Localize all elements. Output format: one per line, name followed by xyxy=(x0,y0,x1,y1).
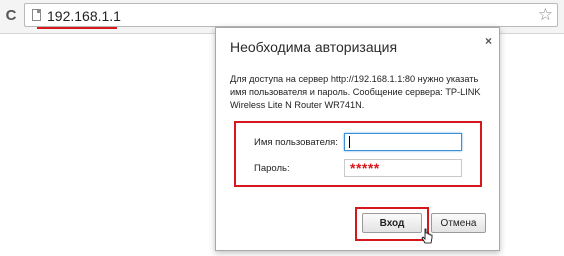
username-input[interactable] xyxy=(344,133,462,151)
password-label: Пароль: xyxy=(254,163,290,174)
address-bar[interactable]: 192.168.1.1 ☆ xyxy=(24,3,558,27)
cancel-button[interactable]: Отмена xyxy=(431,213,486,233)
page-icon xyxy=(32,9,41,21)
close-icon[interactable]: × xyxy=(485,34,492,48)
dialog-title: Необходима авторизация xyxy=(230,39,398,55)
auth-dialog: Необходима авторизация × Для доступа на … xyxy=(215,27,500,251)
mouse-pointer-icon xyxy=(421,228,433,244)
bookmark-star-icon[interactable]: ☆ xyxy=(538,4,553,26)
password-value: ***** xyxy=(350,160,380,176)
text-caret xyxy=(349,136,350,148)
address-bar-url[interactable]: 192.168.1.1 xyxy=(47,7,121,25)
password-input[interactable]: ***** xyxy=(344,159,462,177)
url-highlight-underline xyxy=(37,27,117,29)
credentials-highlight-box: Имя пользователя: Пароль: ***** xyxy=(234,121,482,187)
reload-icon[interactable]: C xyxy=(3,6,19,26)
login-button[interactable]: Вход xyxy=(362,213,422,233)
dialog-description: Для доступа на сервер http://192.168.1.1… xyxy=(230,74,481,110)
username-label: Имя пользователя: xyxy=(254,137,338,148)
